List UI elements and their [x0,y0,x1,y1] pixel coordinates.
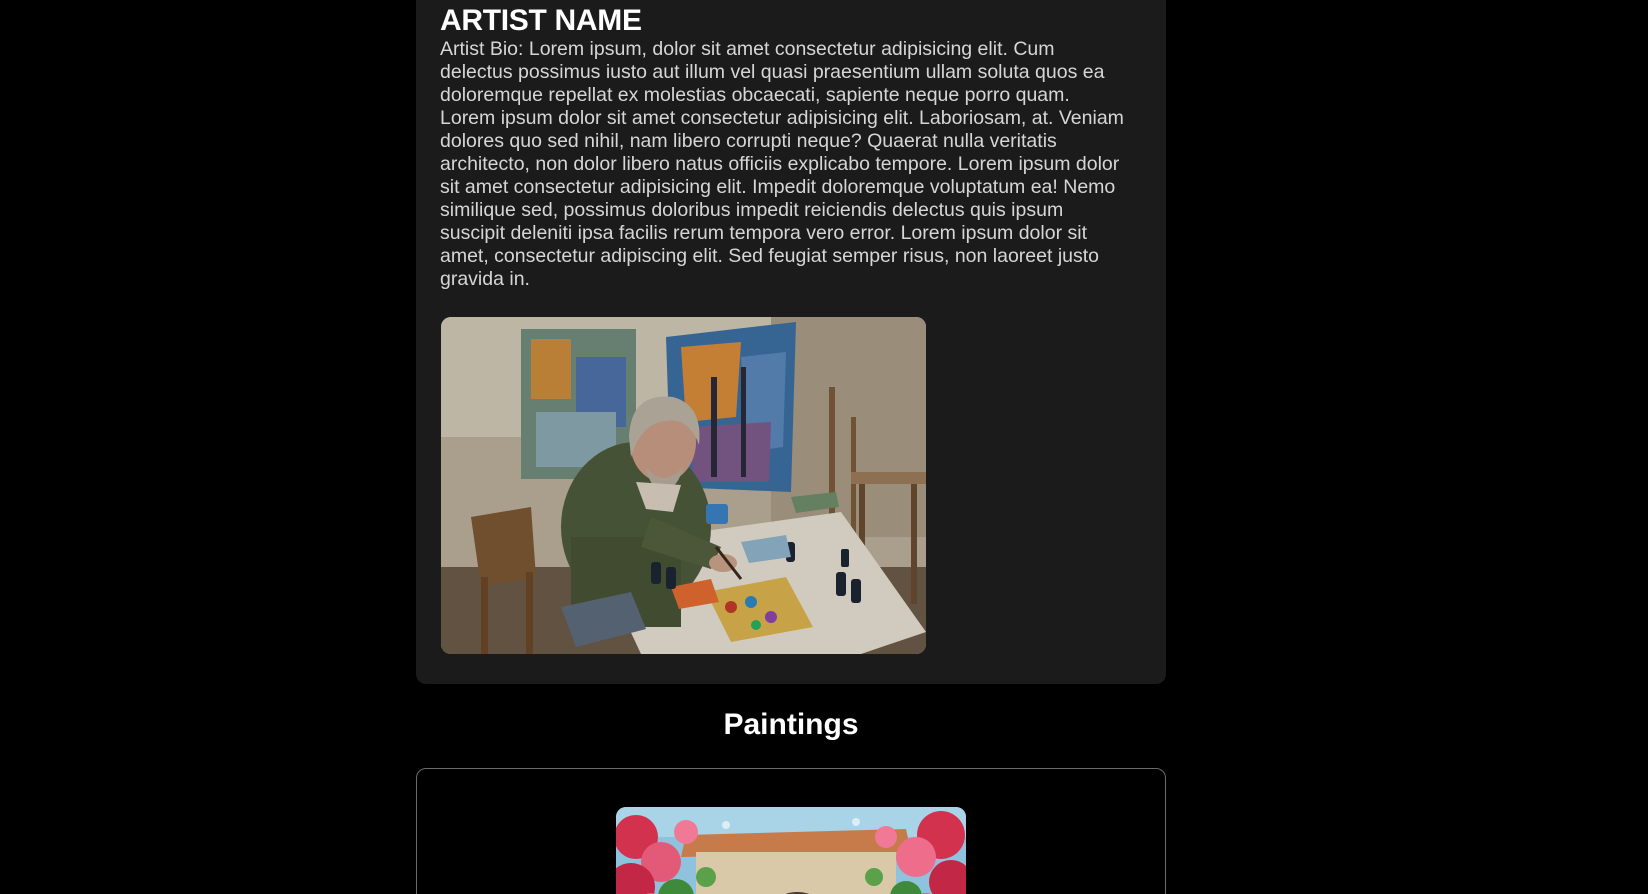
paintings-heading: Paintings [723,708,859,741]
artist-card: ARTIST NAME Artist Bio: Lorem ipsum, dol… [416,0,1166,684]
painting-image[interactable] [616,807,966,894]
artist-photo [441,317,926,654]
page: ARTIST NAME Artist Bio: Lorem ipsum, dol… [0,0,1648,894]
painting-card[interactable] [416,768,1166,894]
artist-name: ARTIST NAME [440,4,642,37]
artist-bio: Artist Bio: Lorem ipsum, dolor sit amet … [440,38,1124,290]
